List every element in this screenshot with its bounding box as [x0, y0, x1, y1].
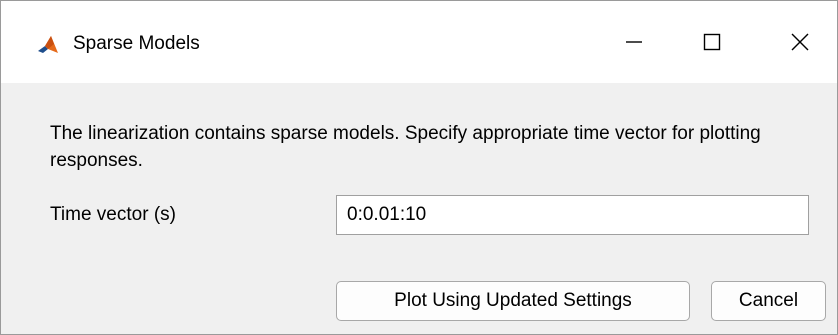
time-vector-label: Time vector (s): [50, 204, 176, 225]
cancel-button[interactable]: Cancel: [711, 281, 826, 321]
plot-using-updated-settings-button[interactable]: Plot Using Updated Settings: [336, 281, 690, 321]
close-icon: [790, 32, 810, 57]
dialog-window: Sparse Models The linearization contains…: [0, 0, 838, 335]
title-bar[interactable]: Sparse Models: [1, 1, 837, 83]
matlab-icon: [37, 35, 59, 55]
time-vector-input[interactable]: [336, 195, 809, 235]
maximize-button[interactable]: [695, 27, 729, 61]
info-message: The linearization contains sparse models…: [50, 123, 761, 171]
close-button[interactable]: [783, 27, 817, 61]
maximize-icon: [702, 32, 722, 57]
window-title: Sparse Models: [73, 33, 200, 54]
dialog-body: The linearization contains sparse models…: [1, 83, 837, 334]
minimize-button[interactable]: [617, 27, 651, 61]
minimize-icon: [624, 32, 644, 57]
